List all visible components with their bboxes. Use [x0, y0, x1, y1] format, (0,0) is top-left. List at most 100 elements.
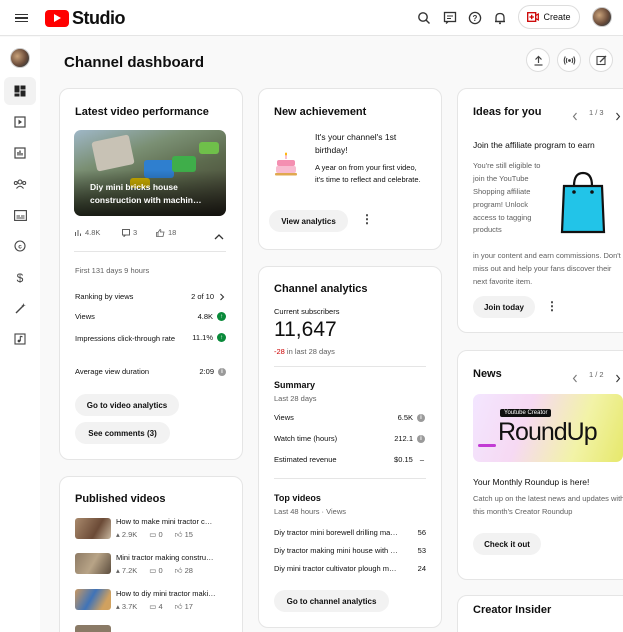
- top-video-row[interactable]: Diy tractor mini borewell drilling ma… 5…: [274, 528, 426, 537]
- customization-icon[interactable]: [4, 294, 36, 322]
- arrow-up-icon: ↑: [217, 333, 226, 342]
- birthday-cake-icon: [273, 152, 299, 183]
- published-thumbnail[interactable]: [75, 553, 111, 574]
- top-videos-title: Top videos: [274, 493, 321, 503]
- subscribers-value: 11,647: [274, 318, 337, 341]
- published-thumbnail[interactable]: [75, 589, 111, 610]
- info-icon[interactable]: i: [218, 367, 226, 376]
- earn-icon[interactable]: $: [4, 263, 36, 291]
- info-icon[interactable]: i: [417, 434, 425, 443]
- analytics-icon[interactable]: [4, 139, 36, 167]
- join-today-button[interactable]: Join today: [473, 296, 535, 318]
- channel-avatar[interactable]: [10, 48, 30, 68]
- views-row: Views 4.8K ↑: [75, 312, 226, 321]
- subtitles-icon[interactable]: [4, 201, 36, 229]
- comment-icon: [122, 228, 130, 237]
- top-video-row[interactable]: Diy tractor making mini house with … 53: [274, 546, 426, 555]
- arrow-up-icon: ↑: [217, 312, 226, 321]
- live-icon[interactable]: [557, 48, 581, 72]
- summary-label: Views: [274, 413, 294, 422]
- info-icon[interactable]: i: [417, 413, 425, 422]
- go-to-channel-analytics-button[interactable]: Go to channel analytics: [274, 590, 389, 612]
- audio-library-icon[interactable]: [4, 325, 36, 353]
- check-it-out-button[interactable]: Check it out: [473, 533, 541, 555]
- published-title[interactable]: Mini tractor making constru…: [116, 553, 226, 562]
- published-thumbnail[interactable]: [75, 518, 111, 539]
- roundup-banner[interactable]: Youtube Creator RoundUp: [473, 394, 623, 462]
- summary-period: Last 28 days: [274, 394, 317, 403]
- achievement-headline: It's your channel's 1st birthday!: [315, 132, 397, 156]
- ranking-label: Ranking by views: [75, 292, 134, 301]
- published-views: ▴ 7.2K: [116, 566, 138, 575]
- content-icon[interactable]: [4, 108, 36, 136]
- published-title[interactable]: How to diy mini tractor maki…: [116, 589, 226, 598]
- latest-comments-stat: 3: [122, 228, 137, 237]
- view-analytics-button[interactable]: View analytics: [269, 210, 348, 232]
- achievement-body: A year on from your first video, it's ti…: [315, 163, 421, 184]
- top-video-views: 53: [417, 546, 426, 555]
- create-video-icon: [527, 12, 540, 22]
- account-avatar[interactable]: [592, 7, 612, 27]
- top-video-title: Diy mini tractor cultivator plough m…: [274, 564, 397, 573]
- go-to-video-analytics-button[interactable]: Go to video analytics: [75, 394, 179, 416]
- summary-label: Watch time (hours): [274, 434, 338, 443]
- ideas-pager: 1 / 3: [589, 108, 604, 117]
- published-comments: ▭ 0: [149, 566, 163, 575]
- bell-icon[interactable]: [490, 8, 510, 28]
- avd-row: Average view duration 2:09 i: [75, 367, 226, 376]
- news-body: Catch up on the latest news and updates …: [473, 494, 623, 516]
- ideas-title: Ideas for you: [473, 106, 542, 118]
- chevron-left-icon[interactable]: [572, 370, 578, 388]
- summary-row-watch-time: Watch time (hours) 212.1 i: [274, 434, 425, 443]
- published-title[interactable]: How to make mini tractor c…: [116, 517, 226, 526]
- chevron-left-icon[interactable]: [572, 108, 578, 126]
- published-views: ▴ 2.9K: [116, 530, 138, 539]
- roundup-wordmark: RoundUp: [498, 418, 598, 446]
- chevron-right-icon[interactable]: [615, 108, 621, 126]
- published-likes: 👍︎ 15: [174, 530, 193, 539]
- top-video-views: 56: [417, 528, 426, 537]
- collapse-chevron-icon[interactable]: [214, 228, 224, 246]
- top-video-row[interactable]: Diy mini tractor cultivator plough m… 24: [274, 564, 426, 573]
- shopping-bag-icon: [560, 170, 606, 234]
- published-comments: ▭ 4: [149, 602, 163, 611]
- copyright-icon[interactable]: c: [4, 232, 36, 260]
- latest-views-stat: 4.8K: [74, 228, 100, 237]
- creator-insider-title: Creator Insider: [473, 604, 552, 616]
- svg-text:?: ?: [473, 14, 478, 23]
- upload-icon[interactable]: [526, 48, 550, 72]
- summary-value: 6.5K: [397, 413, 413, 422]
- ranking-row[interactable]: Ranking by views 2 of 10: [75, 292, 225, 301]
- published-thumbnail[interactable]: [75, 625, 111, 632]
- published-stats: ▴ 2.9K ▭ 0 👍︎ 15: [116, 530, 193, 540]
- latest-comments-value: 3: [133, 228, 138, 237]
- summary-row-revenue: Estimated revenue $0.15–: [274, 455, 424, 464]
- help-icon[interactable]: ?: [465, 8, 485, 28]
- top-video-title: Diy tractor making mini house with …: [274, 546, 398, 555]
- more-options-icon[interactable]: ⋮: [546, 300, 558, 312]
- latest-period: First 131 days 9 hours: [75, 266, 150, 275]
- subscribers-label: Current subscribers: [274, 307, 340, 316]
- top-videos-period: Last 48 hours · Views: [274, 507, 346, 516]
- more-options-icon[interactable]: ⋮: [361, 213, 373, 225]
- community-icon[interactable]: [4, 170, 36, 198]
- latest-video-thumbnail[interactable]: Diy mini bricks house construction with …: [74, 130, 226, 216]
- divider: [74, 251, 226, 252]
- menu-icon[interactable]: [12, 9, 30, 27]
- ideas-headline: Join the affiliate program to earn: [473, 140, 595, 150]
- thumbnail-caption: Diy mini bricks house construction with …: [90, 182, 202, 205]
- studio-logo[interactable]: Studio: [45, 8, 126, 28]
- search-icon[interactable]: [414, 8, 434, 28]
- feedback-icon[interactable]: [440, 8, 460, 28]
- youtube-logo-icon: [45, 9, 69, 27]
- top-bar: Studio ? Create: [0, 0, 623, 36]
- summary-label: Estimated revenue: [274, 455, 337, 464]
- edit-icon[interactable]: [589, 48, 613, 72]
- see-comments-button[interactable]: See comments (3): [75, 422, 170, 444]
- create-button[interactable]: Create: [518, 5, 580, 29]
- divider: [274, 478, 426, 479]
- dashboard-icon[interactable]: [4, 77, 36, 105]
- channel-analytics-title: Channel analytics: [274, 283, 368, 295]
- svg-text:$: $: [17, 271, 24, 284]
- chevron-right-icon[interactable]: [615, 370, 621, 388]
